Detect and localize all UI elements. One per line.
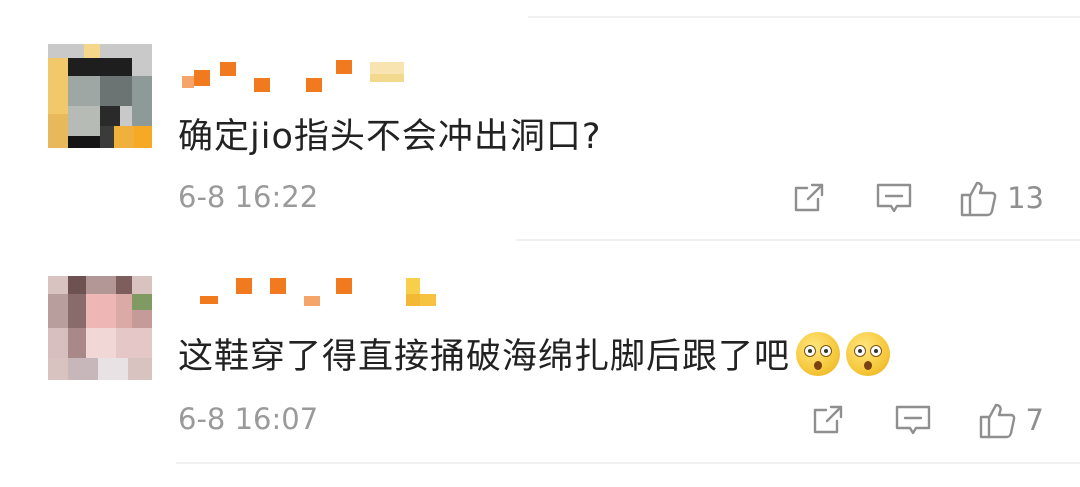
like-button[interactable]: 7 (978, 400, 1044, 440)
share-icon (813, 405, 842, 434)
share-icon (794, 183, 824, 212)
comment-time: 6-8 16:07 (178, 402, 319, 436)
comment-divider (176, 462, 1080, 464)
like-count: 7 (1025, 403, 1044, 437)
comment-actions: 13 (791, 176, 1044, 220)
username[interactable] (182, 58, 412, 98)
reply-icon (895, 405, 930, 435)
reply-button[interactable] (875, 180, 913, 216)
comment-text-content: 这鞋穿了得直接捅破海绵扎脚后跟了吧 (178, 337, 791, 377)
reply-button[interactable] (894, 402, 932, 438)
comment-time: 6-8 16:22 (178, 180, 319, 214)
share-button[interactable] (810, 402, 846, 438)
astonished-emoji (846, 332, 891, 376)
like-count: 13 (1007, 181, 1044, 215)
astonished-emoji (796, 332, 841, 376)
avatar[interactable] (48, 44, 152, 148)
like-icon (960, 181, 997, 217)
comment-text: 这鞋穿了得直接捅破海绵扎脚后跟了吧 (178, 328, 891, 380)
share-button[interactable] (791, 180, 827, 216)
avatar[interactable] (48, 276, 152, 380)
comment-actions: 7 (810, 398, 1044, 442)
like-button[interactable]: 13 (959, 178, 1044, 218)
username[interactable] (200, 276, 440, 316)
comment-item: 确定jio指头不会冲出洞口? 6-8 16:22 13 (0, 0, 1080, 240)
comment-text: 确定jio指头不会冲出洞口? (178, 117, 602, 157)
comment-item: 这鞋穿了得直接捅破海绵扎脚后跟了吧 6-8 16:07 7 (0, 240, 1080, 487)
like-icon (979, 403, 1015, 439)
reply-icon (876, 183, 912, 213)
